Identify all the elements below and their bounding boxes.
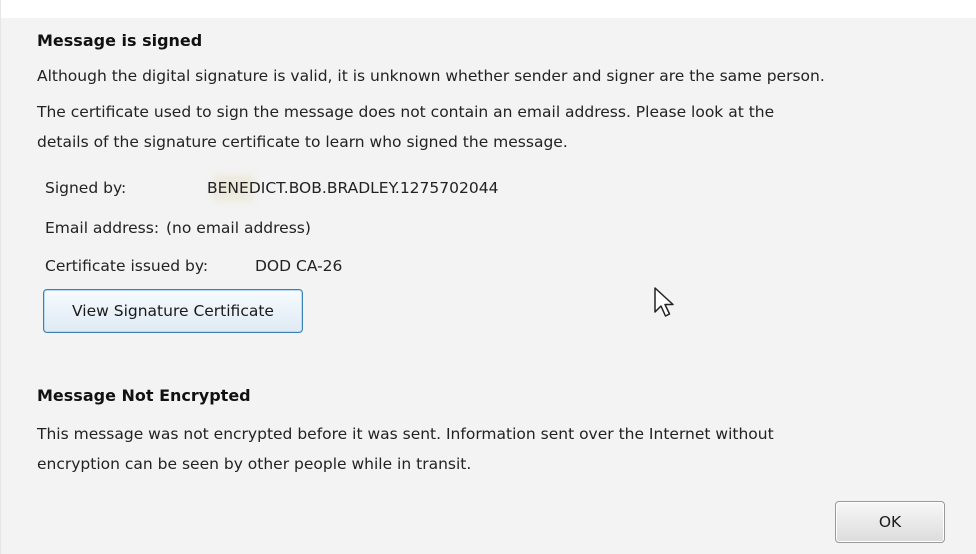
- signed-description-line-3: details of the signature certificate to …: [37, 133, 568, 151]
- email-address-row: Email address: (no email address): [45, 219, 311, 237]
- view-signature-certificate-button[interactable]: View Signature Certificate: [43, 289, 303, 333]
- security-info-dialog: Message is signed Although the digital s…: [0, 0, 976, 554]
- signed-by-label: Signed by:: [45, 179, 127, 197]
- signed-by-row: Signed by: BENEDICT.BOB.BRADLEY.12757020…: [45, 175, 498, 201]
- encryption-description-line-2: encryption can be seen by other people w…: [37, 455, 472, 473]
- signed-description-line-2: The certificate used to sign the message…: [37, 103, 775, 121]
- signed-section-title: Message is signed: [37, 31, 203, 50]
- certificate-issuer-row: Certificate issued by: DOD CA-26: [45, 257, 342, 275]
- encryption-description-line-1: This message was not encrypted before it…: [37, 425, 774, 443]
- certificate-issuer-value: DOD CA-26: [255, 257, 343, 275]
- certificate-issuer-label: Certificate issued by:: [45, 257, 209, 275]
- encryption-section-title: Message Not Encrypted: [37, 386, 251, 405]
- email-address-value: (no email address): [166, 219, 311, 237]
- signed-description-line-1: Although the digital signature is valid,…: [37, 67, 825, 85]
- dialog-top-edge: [1, 0, 976, 18]
- ok-button[interactable]: OK: [835, 501, 945, 543]
- email-address-label: Email address:: [45, 219, 160, 237]
- mouse-pointer-icon: [654, 287, 674, 317]
- signed-by-value: BENEDICT.BOB.BRADLEY.1275702044: [207, 179, 499, 197]
